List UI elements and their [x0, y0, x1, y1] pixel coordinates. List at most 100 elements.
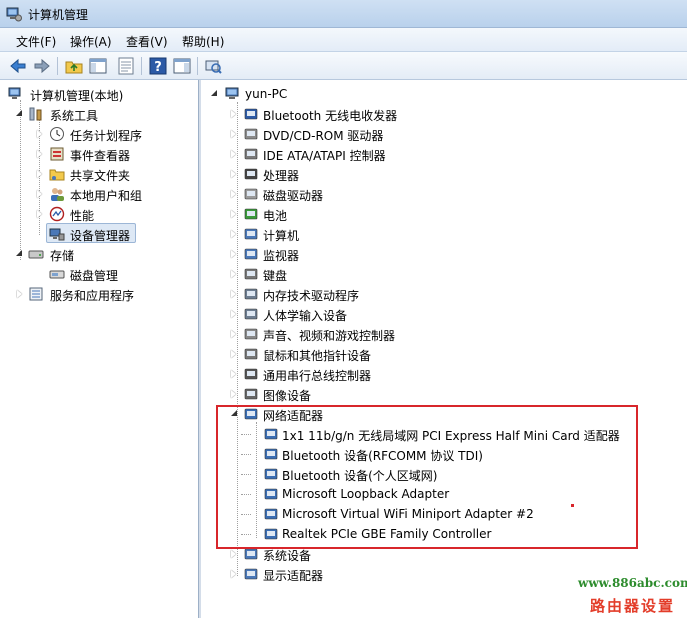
back-arrow-icon[interactable] — [8, 56, 28, 76]
forward-arrow-icon[interactable] — [32, 56, 52, 76]
tree-item-disk-management[interactable]: 磁盘管理 — [34, 264, 194, 284]
tree-root[interactable]: 计算机管理(本地) — [8, 84, 198, 104]
disk-drive-icon — [244, 188, 258, 200]
expand-toggle-icon[interactable] — [37, 150, 42, 158]
computer-icon — [225, 87, 239, 99]
bluetooth-icon — [244, 108, 258, 120]
tree-root-label: 计算机管理(本地) — [30, 89, 124, 103]
expand-toggle-icon[interactable] — [37, 130, 42, 138]
tree-item-performance[interactable]: 性能 — [34, 204, 194, 224]
show-hide-icon[interactable] — [172, 56, 192, 76]
device-category[interactable]: 鼠标和其他指针设备 — [229, 344, 649, 364]
disk-management-icon — [49, 270, 65, 279]
camera-icon — [244, 388, 258, 400]
device-category[interactable]: 监视器 — [229, 244, 649, 264]
battery-icon — [244, 208, 258, 220]
expand-toggle-icon[interactable] — [231, 150, 236, 158]
expand-toggle-icon[interactable] — [17, 290, 22, 298]
device-category[interactable]: 键盘 — [229, 264, 649, 284]
device-category[interactable]: 处理器 — [229, 164, 649, 184]
display-adapter-icon — [244, 568, 258, 580]
tree-guide — [20, 100, 21, 260]
device-category[interactable]: 内存技术驱动程序 — [229, 284, 649, 304]
tree-storage[interactable]: 存储 — [14, 244, 194, 264]
expand-toggle-icon[interactable] — [231, 370, 236, 378]
tree-item-device-manager[interactable]: 设备管理器 — [34, 224, 194, 244]
expand-toggle-icon[interactable] — [231, 190, 236, 198]
device-category[interactable]: 磁盘驱动器 — [229, 184, 649, 204]
device-category[interactable]: 电池 — [229, 204, 649, 224]
device-category[interactable]: 通用串行总线控制器 — [229, 364, 649, 384]
expand-toggle-icon[interactable] — [231, 570, 236, 578]
device-category[interactable]: 声音、视频和游戏控制器 — [229, 324, 649, 344]
device-category-label: 鼠标和其他指针设备 — [263, 349, 372, 363]
scan-hardware-icon[interactable] — [203, 56, 223, 76]
console-tree-pane: 计算机管理(本地) 系统工具 任务计划程序 事件查看器 共享文件夹 本地用户和组… — [0, 80, 199, 618]
device-manager-icon — [49, 228, 65, 241]
expand-toggle-icon[interactable] — [231, 330, 236, 338]
tree-item-event-viewer[interactable]: 事件查看器 — [34, 144, 194, 164]
expand-toggle-icon[interactable] — [231, 310, 236, 318]
tree-system-tools-label: 系统工具 — [50, 109, 99, 123]
help-icon[interactable]: ? — [148, 56, 168, 76]
expand-toggle-icon[interactable] — [16, 110, 22, 116]
expand-toggle-icon[interactable] — [231, 290, 236, 298]
menu-bar: 文件(F) 操作(A) 查看(V) 帮助(H) — [0, 28, 687, 52]
storage-icon — [28, 250, 44, 259]
device-category[interactable]: 计算机 — [229, 224, 649, 244]
device-category-label: 磁盘驱动器 — [263, 189, 324, 203]
menu-file[interactable]: 文件(F) — [16, 33, 56, 50]
expand-toggle-icon[interactable] — [231, 250, 236, 258]
device-category-label: 内存技术驱动程序 — [263, 289, 360, 303]
device-category-label: 图像设备 — [263, 389, 312, 403]
users-icon — [51, 188, 64, 201]
device-category[interactable]: IDE ATA/ATAPI 控制器 — [229, 144, 649, 164]
svg-text:?: ? — [154, 60, 162, 75]
expand-toggle-icon[interactable] — [231, 390, 236, 398]
tree-item-label: 事件查看器 — [70, 149, 131, 163]
usb-icon — [244, 368, 258, 380]
expand-toggle-icon[interactable] — [16, 250, 22, 256]
services-icon — [29, 287, 43, 301]
expand-toggle-icon[interactable] — [37, 170, 42, 178]
device-category[interactable]: 显示适配器 — [229, 564, 529, 584]
tree-item-label: 本地用户和组 — [70, 189, 143, 203]
device-category[interactable]: DVD/CD-ROM 驱动器 — [229, 124, 649, 144]
device-tree-root[interactable]: yun-PC — [209, 84, 409, 104]
performance-icon — [49, 206, 65, 222]
menu-action[interactable]: 操作(A) — [70, 33, 112, 50]
expand-toggle-icon[interactable] — [231, 210, 236, 218]
tree-item-label: 任务计划程序 — [70, 129, 143, 143]
device-category-label: 声音、视频和游戏控制器 — [263, 329, 396, 343]
window-title: 计算机管理 — [28, 8, 89, 22]
console-tree-icon[interactable] — [88, 56, 108, 76]
device-category[interactable]: Bluetooth 无线电收发器 — [229, 104, 649, 124]
expand-toggle-icon[interactable] — [231, 110, 236, 118]
tree-item-task-scheduler[interactable]: 任务计划程序 — [34, 124, 194, 144]
tree-item-shared-folders[interactable]: 共享文件夹 — [34, 164, 194, 184]
expand-toggle-icon[interactable] — [211, 90, 217, 96]
expand-toggle-icon[interactable] — [231, 550, 236, 558]
expand-toggle-icon[interactable] — [37, 190, 42, 198]
tree-item-local-users[interactable]: 本地用户和组 — [34, 184, 194, 204]
expand-toggle-icon[interactable] — [37, 210, 42, 218]
expand-toggle-icon[interactable] — [231, 230, 236, 238]
properties-icon[interactable] — [116, 56, 136, 76]
device-category[interactable]: 图像设备 — [229, 384, 649, 404]
computer-icon — [244, 228, 258, 240]
menu-view[interactable]: 查看(V) — [126, 33, 168, 50]
expand-toggle-icon[interactable] — [231, 130, 236, 138]
menu-help[interactable]: 帮助(H) — [182, 33, 224, 50]
tree-services-label: 服务和应用程序 — [50, 289, 135, 303]
watermark-text: 路由器设置 — [590, 597, 676, 615]
expand-toggle-icon[interactable] — [231, 270, 236, 278]
highlight-annotation-box — [216, 405, 638, 549]
expand-toggle-icon[interactable] — [231, 170, 236, 178]
device-category[interactable]: 人体学输入设备 — [229, 304, 649, 324]
tree-system-tools[interactable]: 系统工具 — [14, 104, 194, 124]
tree-storage-label: 存储 — [50, 249, 75, 263]
device-category-label: 系统设备 — [263, 549, 312, 563]
up-folder-icon[interactable] — [64, 56, 84, 76]
tree-services[interactable]: 服务和应用程序 — [14, 284, 194, 304]
expand-toggle-icon[interactable] — [231, 350, 236, 358]
